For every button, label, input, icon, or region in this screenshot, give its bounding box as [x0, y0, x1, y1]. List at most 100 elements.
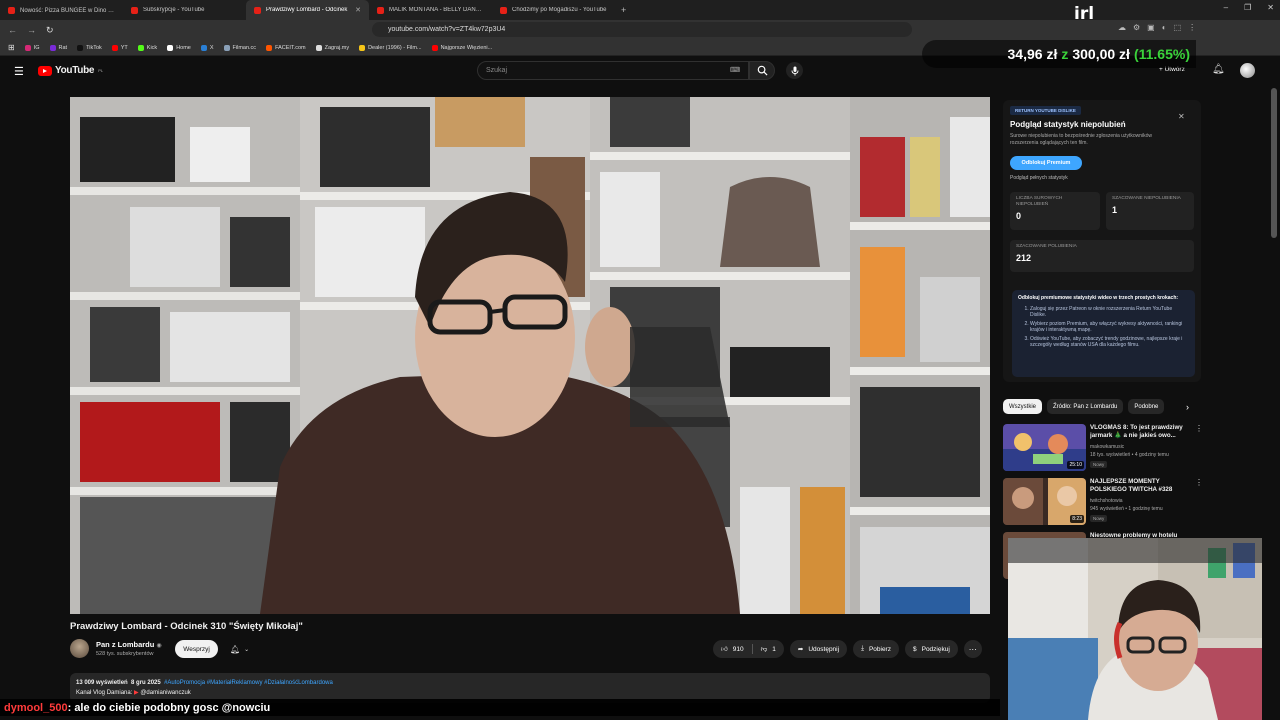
extension-icon[interactable]: ⋮: [1188, 23, 1196, 32]
video-player[interactable]: [70, 97, 990, 614]
search-button[interactable]: [749, 61, 775, 80]
filter-chips: Wszystkie Źródło: Pan z Lombardu Podobne: [1003, 399, 1165, 414]
voice-search-button[interactable]: [786, 62, 803, 79]
bookmark-item[interactable]: Zagraj.my: [315, 44, 349, 51]
view-count: 13 009 wyświetleń: [76, 680, 128, 686]
more-options-icon[interactable]: ⋮: [1195, 478, 1203, 487]
bookmark-item[interactable]: Najgorsze Więzieni...: [431, 44, 493, 51]
premium-step: Zaloguj się przez Patreon w oknie rozsze…: [1030, 306, 1189, 319]
dislike-count: 1: [772, 645, 776, 653]
page-scrollbar[interactable]: [1271, 88, 1277, 238]
unlock-premium-button[interactable]: Odblokuj Premium: [1010, 156, 1082, 170]
download-button[interactable]: ⤓ Pobierz: [853, 640, 899, 658]
apps-grid-icon[interactable]: ⊞: [8, 43, 15, 52]
premium-info-box: Odblokuj premiumowe statystyki wideo w t…: [1012, 290, 1195, 377]
browser-tab[interactable]: Subskrypcje - YouTube: [123, 0, 246, 20]
reload-icon[interactable]: ↻: [46, 25, 54, 36]
browser-tab[interactable]: MALIK MONTANA - BELLY DANCE X: [369, 0, 492, 20]
youtube-favicon-icon: [131, 6, 138, 14]
browser-tab[interactable]: Chodzimy po Mogadiszu - YouTube: [492, 0, 615, 20]
notifications-bell-icon[interactable]: 🔔︎: [1212, 64, 1225, 75]
forward-icon[interactable]: →: [27, 25, 36, 36]
stat-card: SZACOWANE POLUBIENIA 212: [1010, 240, 1194, 272]
recommended-channel: makowkamusic: [1090, 444, 1125, 450]
video-actions: 👍︎ 910 👎︎ 1 ➦ Udostępnij ⤓ Pobierz $ Podzięku…: [713, 640, 982, 658]
more-options-icon[interactable]: ⋮: [1195, 424, 1203, 433]
bookmark-item[interactable]: Dealer (1996) - Film...: [359, 44, 422, 51]
search-input[interactable]: Szukaj: [477, 61, 749, 80]
address-bar[interactable]: youtube.com/watch?v=ZT4kw72p3U4: [372, 22, 912, 37]
video-thumbnail[interactable]: 25:10: [1003, 424, 1086, 471]
bell-icon: 🔔︎: [230, 644, 241, 654]
bookmark-item[interactable]: FACEIT.com: [266, 44, 306, 51]
chevron-right-icon[interactable]: ›: [1186, 402, 1189, 412]
premium-steps: Zaloguj się przez Patreon w oknie rozsze…: [1018, 306, 1189, 349]
youtube-favicon-icon: [254, 6, 261, 14]
chip-all[interactable]: Wszystkie: [1003, 399, 1042, 414]
chip-similar[interactable]: Podobne: [1128, 399, 1165, 414]
bookmark-item[interactable]: TikTok: [77, 44, 102, 51]
browser-tab[interactable]: Nowość: Pizza BUNGEE w Dino 🍕🤤: [0, 0, 123, 20]
close-icon[interactable]: ✕: [1178, 112, 1185, 121]
extension-icons: ☁ ⚙ ▣ ◐ ⬚ ⋮: [1118, 23, 1196, 32]
bookmark-favicon-icon: [49, 44, 56, 51]
bookmark-label: YT: [120, 44, 128, 51]
extension-icon[interactable]: ☁: [1118, 23, 1126, 32]
back-icon[interactable]: ←: [8, 25, 17, 36]
like-count: 910: [732, 645, 744, 653]
channel-name-link[interactable]: Pan z Lombardu ◉: [96, 640, 162, 649]
keyboard-icon[interactable]: ⌨: [730, 66, 740, 74]
bookmark-item[interactable]: YT: [111, 44, 128, 51]
thanks-button[interactable]: $ Podziękuj: [904, 640, 958, 658]
extension-icon[interactable]: ⚙: [1133, 23, 1140, 32]
recommended-video[interactable]: 8:23 NAJLEPSZE MOMENTY POLSKIEGO TWITCHA…: [1003, 478, 1203, 530]
streamer-webcam: [1008, 538, 1262, 720]
premium-step: Wybierz poziom Premium, aby włączyć wykr…: [1030, 321, 1189, 334]
thanks-icon: $: [912, 645, 917, 653]
chip-source[interactable]: Źródło: Pan z Lombardu: [1047, 399, 1124, 414]
new-tab-button[interactable]: +: [615, 5, 632, 15]
hashtags[interactable]: #AutoPromocja #MateriałReklamowy #Działa…: [164, 680, 333, 686]
panel-description: Surowe niepolubienia to bezpośrednie zgł…: [1010, 133, 1153, 146]
bookmark-item[interactable]: IG: [24, 44, 40, 51]
bookmark-item[interactable]: Rat: [49, 44, 67, 51]
minimize-icon[interactable]: –: [1224, 3, 1228, 12]
logo-text: YouTube: [55, 65, 95, 76]
subscriber-count: 528 tys. subskrybentów: [96, 651, 154, 657]
hamburger-menu-icon[interactable]: ☰: [14, 65, 24, 78]
maximize-icon[interactable]: ❐: [1244, 3, 1251, 12]
extension-icon[interactable]: ◐: [1162, 23, 1167, 32]
stat-label: SZACOWANE NIEPOLUBIENIA: [1112, 196, 1181, 201]
more-actions-button[interactable]: ⋯: [963, 640, 982, 658]
youtube-favicon-icon: [500, 6, 507, 14]
bookmark-favicon-icon: [431, 44, 438, 51]
close-window-icon[interactable]: ✕: [1267, 3, 1274, 12]
bookmark-item[interactable]: Filman.cc: [223, 44, 256, 51]
recommended-meta: 18 tys. wyświetleń • 4 godziny temu: [1090, 452, 1169, 458]
channel-avatar[interactable]: [70, 639, 89, 658]
recommended-video[interactable]: 25:10 VLOGMAS 8: To jest prawdziwy jarma…: [1003, 424, 1203, 476]
channel-handle-link[interactable]: @damianiwanczuk: [140, 690, 190, 696]
youtube-mini-icon: ▶: [134, 690, 139, 696]
full-stats-link[interactable]: Podgląd pełnych statystyk: [1010, 175, 1068, 181]
bookmark-label: Home: [176, 44, 191, 51]
bookmark-label: TikTok: [86, 44, 102, 51]
extension-icon[interactable]: ▣: [1147, 23, 1155, 32]
video-duration: 8:23: [1070, 515, 1084, 523]
bookmark-label: Najgorsze Więzieni...: [440, 44, 493, 51]
extension-icon[interactable]: ⬚: [1174, 23, 1182, 32]
youtube-logo[interactable]: YouTube PL: [38, 65, 103, 76]
notification-settings-button[interactable]: 🔔︎ ⌄: [224, 641, 258, 657]
like-dislike-group: 👍︎ 910 👎︎ 1: [713, 640, 784, 658]
bookmark-item[interactable]: Home: [167, 44, 191, 51]
account-avatar[interactable]: [1240, 63, 1255, 78]
video-thumbnail[interactable]: 8:23: [1003, 478, 1086, 525]
share-button[interactable]: ➦ Udostępnij: [789, 640, 848, 658]
support-button[interactable]: Wesprzyj: [175, 640, 218, 658]
dislike-button[interactable]: 👎︎ 1: [753, 640, 784, 658]
bookmark-item[interactable]: Kick: [137, 44, 157, 51]
close-tab-icon[interactable]: ✕: [355, 6, 361, 14]
like-button[interactable]: 👍︎ 910: [713, 640, 752, 658]
bookmark-item[interactable]: X: [200, 44, 214, 51]
browser-tab-active[interactable]: Prawdziwy Lombard - Odcinek ✕: [246, 0, 369, 20]
